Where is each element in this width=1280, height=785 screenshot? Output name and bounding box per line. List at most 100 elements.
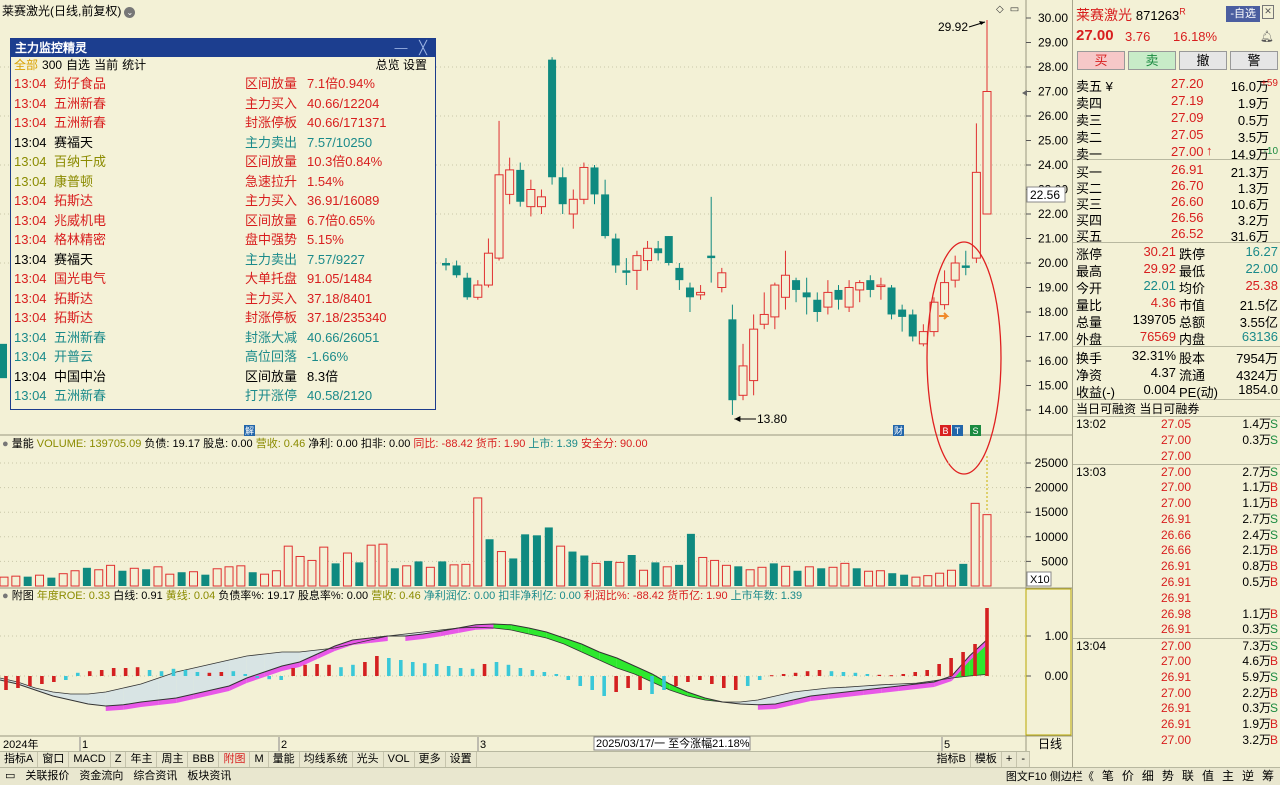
circle-icon[interactable]: ● <box>2 590 9 602</box>
monitor-tab[interactable]: 300 <box>42 58 62 72</box>
histogram-bar[interactable] <box>602 676 606 696</box>
volume-bar[interactable] <box>509 558 518 586</box>
trade-button[interactable]: 警 <box>1230 51 1278 70</box>
toolbar-item[interactable]: M <box>250 752 269 767</box>
monitor-row[interactable]: 13:04 五洲新春 打开涨停 40.58/2120 <box>14 386 435 406</box>
histogram-bar[interactable] <box>506 664 511 676</box>
volume-bar[interactable] <box>793 570 802 586</box>
histogram-bar[interactable] <box>542 672 547 676</box>
toolbar-item[interactable]: 指标A <box>0 752 39 767</box>
monitor-row[interactable]: 13:04 五洲新春 封涨大减 40.66/26051 <box>14 328 435 348</box>
volume-bar[interactable] <box>888 573 897 586</box>
histogram-bar[interactable] <box>351 664 355 676</box>
f10-sidebar-label[interactable]: 图文F10 侧边栏《 <box>1002 769 1098 785</box>
trade-button[interactable]: 卖 <box>1128 51 1176 70</box>
histogram-bar[interactable] <box>769 675 774 677</box>
footer-tab[interactable]: 综合资讯 <box>128 768 182 785</box>
volume-bar[interactable] <box>70 570 80 587</box>
volume-bar[interactable] <box>307 559 317 587</box>
volume-bar[interactable] <box>982 514 992 587</box>
footer-right-tab[interactable]: 价 <box>1118 768 1138 785</box>
volume-bar[interactable] <box>769 563 778 586</box>
footer-right-tab[interactable]: 逆 <box>1238 768 1258 785</box>
volume-bar[interactable] <box>532 535 541 586</box>
histogram-bar[interactable] <box>375 656 379 676</box>
chart-title[interactable]: 莱赛激光(日线,前复权) ⌄ <box>2 2 136 19</box>
volume-bar[interactable] <box>118 570 127 586</box>
volume-bar[interactable] <box>165 573 175 587</box>
trade-button[interactable]: 撤 <box>1179 51 1227 70</box>
histogram-bar[interactable] <box>877 674 882 676</box>
histogram-bar[interactable] <box>75 672 80 676</box>
volume-bar[interactable] <box>946 569 956 587</box>
footer-right-tab[interactable]: 值 <box>1198 768 1218 785</box>
volume-bar[interactable] <box>781 565 791 587</box>
volume-bar[interactable] <box>0 576 9 587</box>
volume-bar[interactable] <box>615 561 625 587</box>
toolbar-item[interactable]: 附图 <box>219 752 251 767</box>
histogram-bar[interactable] <box>87 671 92 676</box>
volume-bar[interactable] <box>260 573 270 587</box>
histogram-bar[interactable] <box>554 674 559 676</box>
histogram-bar[interactable] <box>159 671 164 676</box>
histogram-bar[interactable] <box>28 676 32 686</box>
volume-bar[interactable] <box>378 543 388 587</box>
bid-row[interactable]: 买一 26.91 21.3万 <box>1073 160 1280 180</box>
volume-bar[interactable] <box>521 534 530 586</box>
ask-row[interactable]: 卖四 27.19 1.9万 <box>1073 91 1280 111</box>
histogram-bar[interactable] <box>829 671 834 676</box>
diamond-icon[interactable]: ◇ <box>996 4 1004 15</box>
volume-bar[interactable] <box>935 572 945 587</box>
volume-bar[interactable] <box>212 568 222 587</box>
histogram-bar[interactable] <box>578 676 583 686</box>
histogram-bar[interactable] <box>195 672 200 676</box>
histogram-bar[interactable] <box>889 675 894 677</box>
monitor-header[interactable]: 主力监控精灵 — ╳ <box>11 39 435 57</box>
volume-bar[interactable] <box>461 563 471 587</box>
volume-bar[interactable] <box>734 566 743 586</box>
volume-bar[interactable] <box>698 556 708 587</box>
histogram-bar[interactable] <box>518 668 523 676</box>
volume-bar[interactable] <box>23 576 32 586</box>
toolbar-item[interactable]: 设置 <box>446 752 477 767</box>
toolbar-right-item[interactable]: 指标B <box>933 752 971 767</box>
histogram-bar[interactable] <box>686 676 690 682</box>
histogram-bar[interactable] <box>757 676 762 680</box>
histogram-bar[interactable] <box>925 670 929 676</box>
volume-bar[interactable] <box>58 573 68 587</box>
histogram-bar[interactable] <box>973 644 977 676</box>
histogram-bar[interactable] <box>853 672 858 676</box>
histogram-bar[interactable] <box>817 670 822 676</box>
volume-bar[interactable] <box>556 545 566 587</box>
volume-bar[interactable] <box>201 574 210 586</box>
monitor-tab[interactable]: 统计 <box>122 58 146 72</box>
monitor-tab[interactable]: 全部 <box>14 58 38 72</box>
histogram-bar[interactable] <box>183 670 188 676</box>
volume-bar[interactable] <box>355 562 364 586</box>
histogram-bar[interactable] <box>865 674 870 676</box>
bid-row[interactable]: 买二 26.70 1.3万 <box>1073 176 1280 196</box>
volume-bar[interactable] <box>757 566 767 587</box>
monitor-tab[interactable]: 当前 <box>94 58 118 72</box>
volume-bar[interactable] <box>627 555 636 586</box>
ask-row[interactable]: 卖二 27.05 3.5万 <box>1073 125 1280 145</box>
volume-bar[interactable] <box>414 561 423 586</box>
volume-bar[interactable] <box>94 569 104 587</box>
volume-bar[interactable] <box>295 555 305 587</box>
volume-bar[interactable] <box>544 527 553 586</box>
monitor-row[interactable]: 13:04 兆威机电 区间放量 6.7倍0.65% <box>14 211 435 231</box>
histogram-bar[interactable] <box>937 664 941 676</box>
histogram-bar[interactable] <box>291 668 295 676</box>
histogram-bar[interactable] <box>16 676 20 688</box>
histogram-bar[interactable] <box>219 672 224 676</box>
histogram-bar[interactable] <box>566 676 571 680</box>
histogram-bar[interactable] <box>710 676 714 684</box>
histogram-bar[interactable] <box>949 658 953 676</box>
histogram-bar[interactable] <box>733 676 738 690</box>
histogram-bar[interactable] <box>387 658 391 676</box>
histogram-bar[interactable] <box>231 671 236 676</box>
footer-tab[interactable]: 板块资讯 <box>182 768 236 785</box>
histogram-bar[interactable] <box>207 672 212 676</box>
histogram-bar[interactable] <box>363 662 367 676</box>
histogram-bar[interactable] <box>52 676 56 682</box>
